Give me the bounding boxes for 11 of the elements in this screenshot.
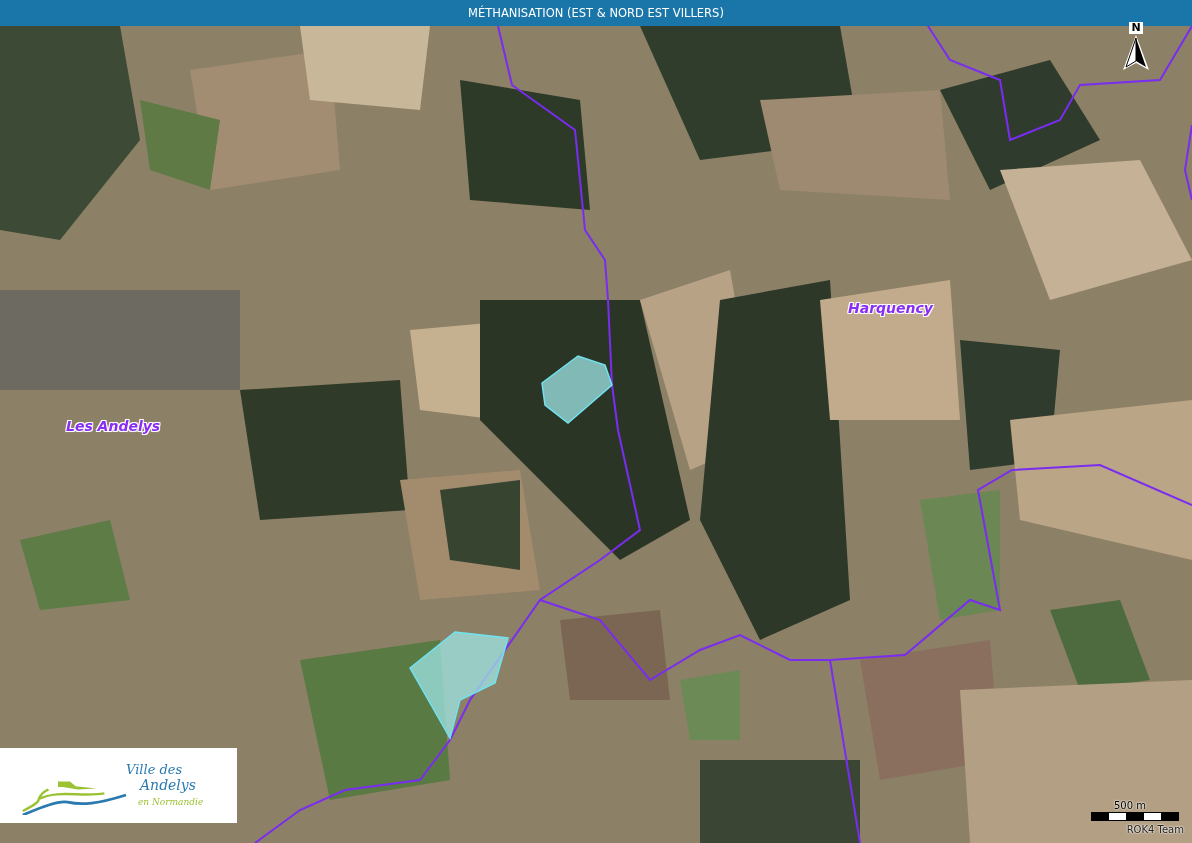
map-title: MÉTHANISATION (EST & NORD EST VILLERS): [468, 6, 724, 20]
place-label: Harquency: [848, 300, 933, 316]
logo-text: Andelys: [140, 777, 196, 793]
logo-text: Ville des: [126, 762, 183, 777]
scale-label: 500 m: [1114, 800, 1146, 812]
place-label: Les Andelys: [66, 418, 161, 434]
parcel-polygon: [541, 355, 613, 424]
logo-text: en Normandie: [138, 796, 204, 809]
scale-bar-icon: [1091, 812, 1179, 821]
field-patch: [680, 670, 740, 740]
attribution: ROK4 Team: [1126, 823, 1184, 837]
